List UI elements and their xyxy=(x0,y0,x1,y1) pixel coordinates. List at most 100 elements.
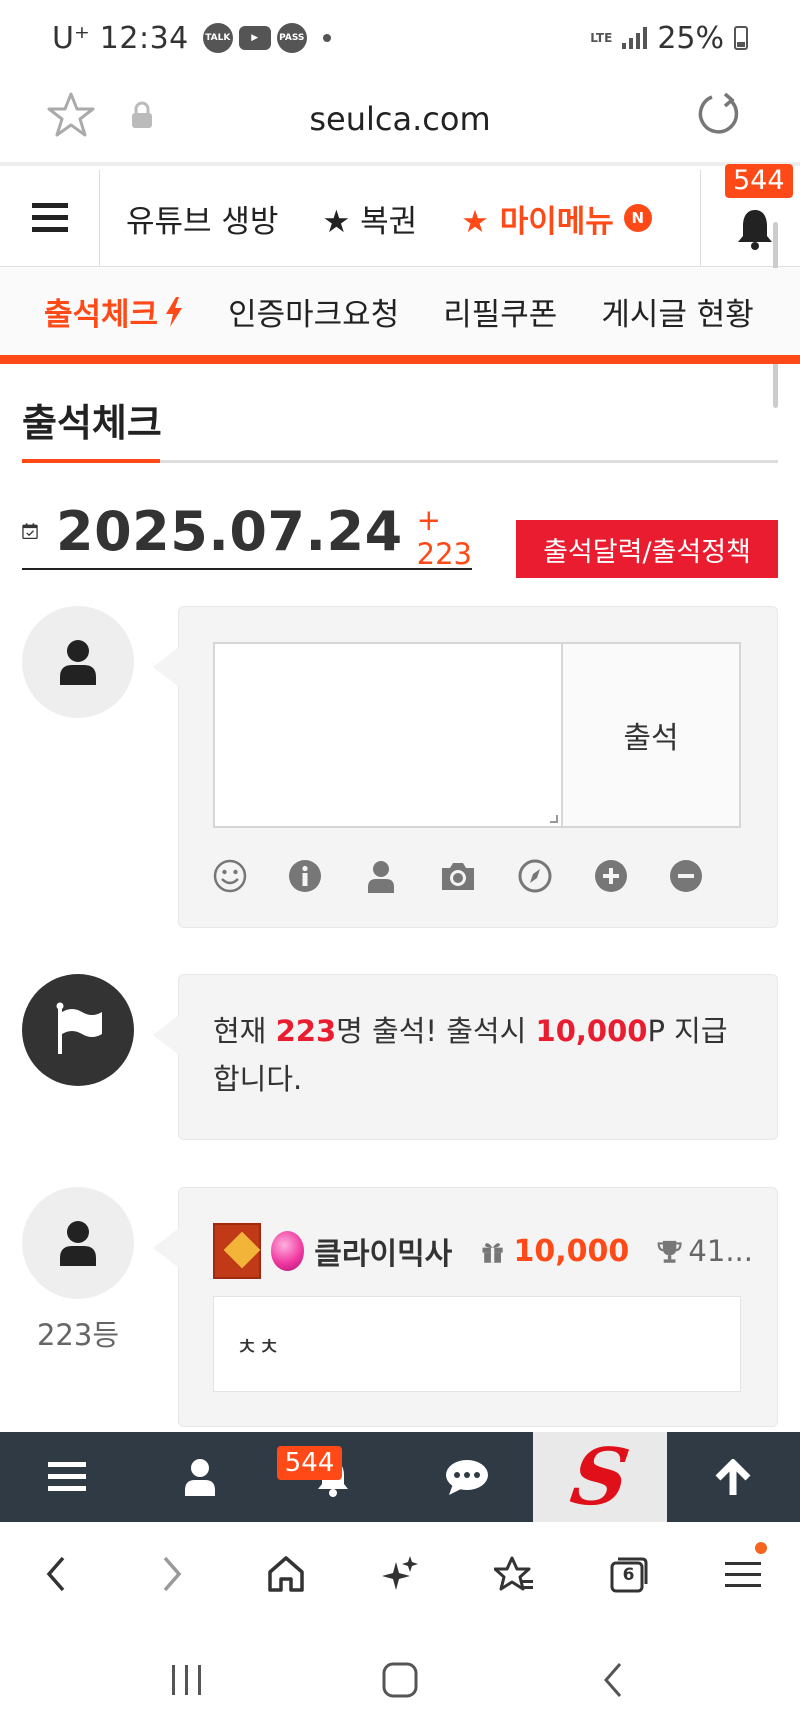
kakaotalk-notification-icon: TALK xyxy=(202,23,233,53)
top-menu: 유튜브 생방 ★ 복권 ★ 마이메뉴 N 544 xyxy=(0,164,800,267)
tab-refill-coupon[interactable]: 리필쿠폰 xyxy=(443,289,557,334)
bookmark-star-icon[interactable] xyxy=(46,90,96,140)
clock: 12:34 xyxy=(99,20,189,56)
hamburger-icon xyxy=(47,1462,86,1491)
site-menu-button[interactable] xyxy=(0,1432,133,1522)
url-text[interactable]: seulca.com xyxy=(0,100,800,138)
home-button-icon[interactable] xyxy=(380,1660,420,1700)
notice-avatar xyxy=(22,974,134,1086)
entry-header: 클라이믹사 10,000 41... xyxy=(213,1223,753,1279)
notification-count-badge: 544 xyxy=(725,164,793,198)
gift-icon xyxy=(482,1243,503,1263)
flag-icon xyxy=(56,1002,102,1054)
back-arrow-icon[interactable] xyxy=(37,1554,77,1594)
carrier-label: U⁺ xyxy=(52,20,90,56)
notice-count: 223 xyxy=(275,1014,337,1048)
entry-avatar xyxy=(22,1187,134,1299)
menu-button[interactable] xyxy=(0,169,100,267)
notification-button[interactable]: 544 xyxy=(700,164,800,267)
sparkle-icon[interactable] xyxy=(380,1554,420,1594)
system-back-icon[interactable] xyxy=(593,1660,633,1700)
battery-percent: 25% xyxy=(657,20,724,56)
camera-icon[interactable] xyxy=(439,859,477,893)
new-badge: N xyxy=(623,204,652,232)
notice-middle: 명 출석! 출석시 xyxy=(336,1014,536,1048)
lightning-icon xyxy=(166,296,183,327)
sub-menu: 출석체크 인증마크요청 리필쿠폰 게시글 현황 xyxy=(0,268,800,364)
menu-my-menu[interactable]: ★ 마이메뉴 N xyxy=(461,196,652,241)
user-orb-icon xyxy=(270,1231,305,1271)
site-notification-badge: 544 xyxy=(276,1446,343,1480)
system-nav-bar xyxy=(0,1626,800,1734)
youtube-notification-icon: ▶ xyxy=(238,26,271,50)
forward-arrow-icon[interactable] xyxy=(151,1554,191,1594)
attendance-notice: 현재 223명 출석! 출석시 10,000P 지급합니다. xyxy=(153,974,778,1140)
tab-attendance-check[interactable]: 출석체크 xyxy=(44,289,184,334)
info-icon[interactable] xyxy=(288,859,322,893)
hamburger-icon xyxy=(31,203,68,232)
tab-attendance-label: 출석체크 xyxy=(44,297,159,333)
site-logo: S xyxy=(565,1431,635,1523)
reload-icon[interactable] xyxy=(694,90,742,138)
my-avatar xyxy=(22,606,134,718)
tab-post-status[interactable]: 게시글 현황 xyxy=(601,289,753,334)
attendance-comment-input[interactable] xyxy=(213,642,563,828)
scroll-top-button[interactable] xyxy=(667,1432,800,1522)
notice-points: 10,000 xyxy=(535,1014,648,1048)
browser-menu-button[interactable] xyxy=(723,1542,767,1594)
arrow-up-icon xyxy=(715,1459,751,1495)
attendance-compose-box: 출석 xyxy=(153,606,778,928)
bookmarks-icon[interactable] xyxy=(494,1554,534,1594)
menu-lottery[interactable]: ★ 복권 xyxy=(322,196,417,241)
tabs-button[interactable]: 6 xyxy=(609,1554,649,1594)
home-icon[interactable] xyxy=(266,1554,306,1594)
recent-apps-icon[interactable] xyxy=(167,1662,207,1698)
site-profile-button[interactable] xyxy=(133,1432,266,1522)
notice-message: 현재 223명 출석! 출석시 10,000P 지급합니다. xyxy=(213,1007,753,1103)
entry-comment-box: ㅊㅊ xyxy=(213,1296,741,1392)
person-icon[interactable] xyxy=(364,859,398,893)
smiley-icon[interactable] xyxy=(213,859,247,893)
site-notification-button[interactable]: 544 xyxy=(267,1432,400,1522)
lock-icon[interactable] xyxy=(128,100,156,130)
user-icon xyxy=(60,640,96,685)
more-notifications-dot xyxy=(322,34,331,42)
attendance-count-delta: + 223 xyxy=(416,503,473,571)
site-logo-button[interactable]: S xyxy=(533,1431,667,1523)
tab-verification-request[interactable]: 인증마크요청 xyxy=(228,289,399,334)
calendar-check-icon xyxy=(22,523,38,540)
zoom-in-icon[interactable] xyxy=(594,859,628,893)
user-level-image xyxy=(213,1223,261,1279)
trophy-icon xyxy=(657,1240,682,1263)
date-row: 2025.07.24 + 223 xyxy=(22,494,473,571)
title-accent-line xyxy=(22,459,160,463)
page-title: 출석체크 xyxy=(22,401,162,445)
battery-icon xyxy=(734,26,748,50)
attendance-date: 2025.07.24 xyxy=(56,499,403,563)
address-bar: seulca.com xyxy=(0,76,800,166)
entry-points: 10,000 xyxy=(513,1233,630,1269)
compass-icon[interactable] xyxy=(518,859,552,893)
tab-count: 6 xyxy=(622,1565,635,1586)
attendance-entry: 클라이믹사 10,000 41... ㅊㅊ xyxy=(153,1187,778,1427)
my-menu-label: ★ 마이메뉴 xyxy=(461,203,614,240)
bell-icon xyxy=(738,210,772,250)
signal-icon xyxy=(622,27,648,49)
site-chat-button[interactable] xyxy=(400,1432,533,1522)
attend-submit-button[interactable]: 출석 xyxy=(563,642,741,828)
zoom-out-icon[interactable] xyxy=(669,859,703,893)
menu-youtube-live[interactable]: 유튜브 생방 xyxy=(126,196,278,241)
update-dot xyxy=(754,1542,767,1554)
pass-notification-icon: PASS xyxy=(276,23,307,53)
site-bottom-nav: 544 S xyxy=(0,1431,800,1523)
entry-rank-value: 41... xyxy=(688,1234,753,1268)
user-icon xyxy=(184,1459,215,1496)
attendance-policy-button[interactable]: 출석달력/출석정책 xyxy=(516,520,778,578)
menu-lines-icon xyxy=(724,1562,761,1587)
browser-toolbar: 6 xyxy=(0,1522,800,1626)
status-bar: U⁺ 12:34 TALK ▶ PASS LTE 25% xyxy=(0,0,800,76)
entry-rank: 223등 xyxy=(36,1318,120,1352)
chat-bubble-icon xyxy=(445,1460,488,1495)
entry-comment: ㅊㅊ xyxy=(236,1333,281,1361)
entry-username[interactable]: 클라이믹사 xyxy=(314,1229,452,1273)
